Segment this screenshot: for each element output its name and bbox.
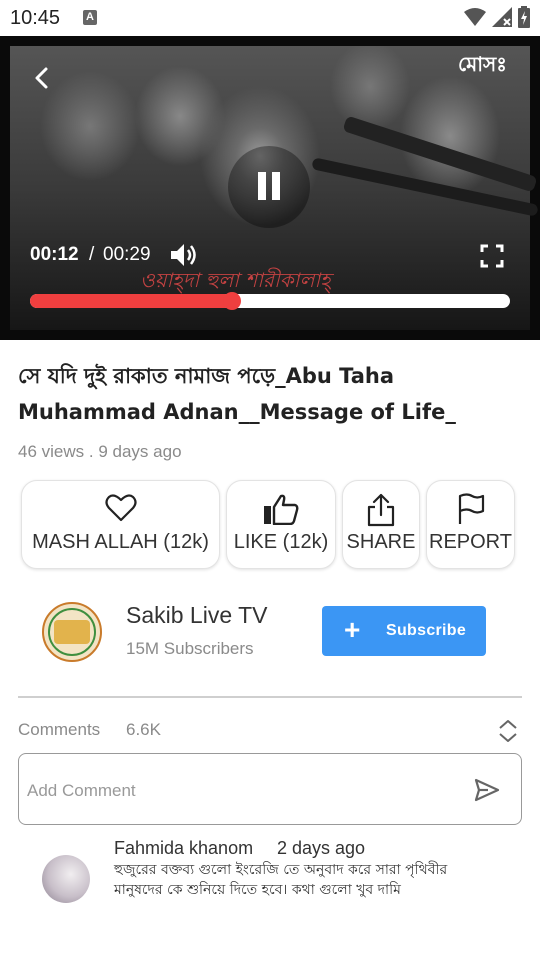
mash-allah-label: MASH ALLAH (12k): [32, 531, 209, 553]
report-label: REPORT: [429, 531, 512, 553]
share-icon: [367, 493, 395, 527]
channel-avatar[interactable]: [42, 602, 102, 662]
wifi-icon: [464, 8, 486, 26]
share-button[interactable]: SHARE: [342, 480, 420, 569]
send-icon[interactable]: [473, 776, 501, 804]
video-player[interactable]: মোসঃ 00:12 / 00:29 ওয়াহ্‌দা হুলা শারীকা…: [0, 36, 540, 340]
subscriber-count: 15M Subscribers: [126, 639, 254, 658]
time-separator: /: [89, 244, 95, 265]
flag-icon: [458, 493, 484, 524]
progress-bar[interactable]: [30, 292, 510, 310]
comment-input[interactable]: [27, 774, 447, 808]
like-label: LIKE (12k): [233, 531, 329, 553]
back-arrow-icon[interactable]: [28, 64, 56, 92]
pause-icon: [258, 172, 266, 200]
signal-icon: [492, 7, 512, 27]
expand-icon[interactable]: [496, 718, 520, 744]
upload-age: 9 days ago: [98, 442, 182, 461]
fullscreen-icon[interactable]: [478, 242, 506, 270]
plus-icon: +: [344, 614, 361, 645]
comments-label: Comments: [18, 720, 101, 739]
battery-icon: [518, 6, 530, 28]
channel-logo-book: [54, 620, 90, 644]
heart-icon: [104, 494, 137, 522]
progress-fill: [30, 294, 232, 308]
subscribe-label: Subscribe: [386, 622, 467, 639]
report-button[interactable]: REPORT: [426, 480, 515, 569]
channel-watermark: মোসঃ: [458, 52, 507, 76]
divider: [18, 696, 522, 698]
comment-input-box[interactable]: [18, 753, 522, 825]
like-button[interactable]: LIKE (12k): [226, 480, 336, 569]
pause-button[interactable]: [228, 146, 310, 228]
comments-count: 6.6K: [126, 720, 161, 739]
subscribe-button[interactable]: + Subscribe: [322, 606, 486, 656]
channel-name[interactable]: Sakib Live TV: [126, 602, 267, 629]
share-label: SHARE: [346, 531, 416, 553]
notification-icon: A: [83, 10, 97, 25]
status-icons: [464, 6, 530, 28]
current-time: 00:12: [30, 244, 79, 265]
video-meta: 46 views . 9 days ago: [18, 442, 182, 462]
comment-text: হুজুরের বক্তব্য গুলো ইংরেজি তে অনুবাদ কর…: [114, 862, 448, 898]
total-time: 00:29: [103, 244, 151, 265]
meta-separator: .: [88, 442, 94, 461]
thumbs-up-icon: [264, 494, 299, 525]
comment-author[interactable]: Fahmida khanom: [114, 838, 253, 859]
pause-icon: [272, 172, 280, 200]
status-time: 10:45: [10, 7, 61, 29]
status-bar: 10:45 A: [0, 0, 540, 36]
mash-allah-button[interactable]: MASH ALLAH (12k): [21, 480, 220, 569]
progress-handle[interactable]: [222, 292, 241, 310]
video-title: সে যদি দুই রাকাত নামাজ পড়ে_Abu Taha Muh…: [18, 364, 456, 424]
view-count: 46 views: [18, 442, 85, 461]
comment-time: 2 days ago: [277, 838, 366, 858]
commenter-avatar[interactable]: [42, 855, 90, 903]
